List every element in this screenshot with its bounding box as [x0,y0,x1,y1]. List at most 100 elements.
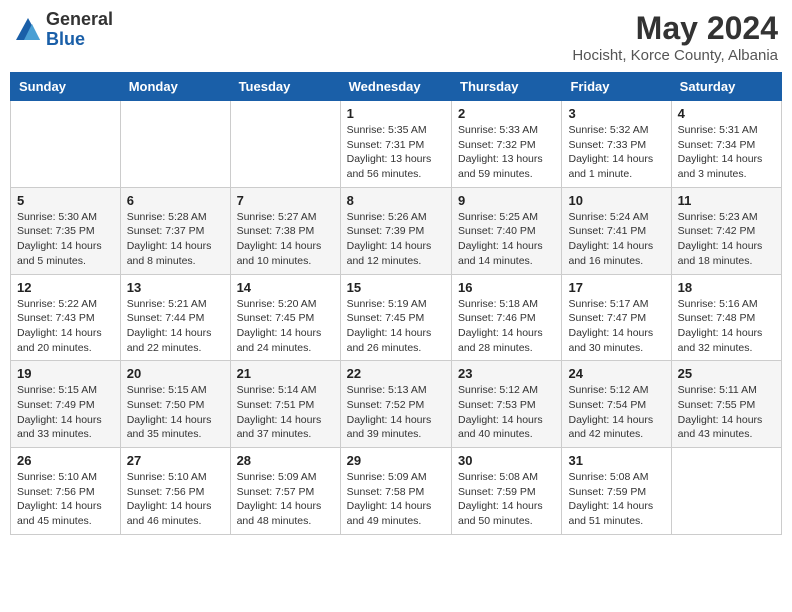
day-info: Sunrise: 5:19 AMSunset: 7:45 PMDaylight:… [347,297,445,356]
day-number: 22 [347,366,445,381]
calendar-cell: 19 Sunrise: 5:15 AMSunset: 7:49 PMDayligh… [11,361,121,448]
calendar-cell: 24Sunrise: 5:12 AMSunset: 7:54 PMDayligh… [562,361,671,448]
day-of-week-header: Tuesday [230,73,340,101]
day-number: 1 [347,106,445,121]
calendar-cell: 16 Sunrise: 5:18 AMSunset: 7:46 PMDayligh… [452,274,562,361]
day-info: Sunrise: 5:25 AMSunset: 7:40 PMDaylight:… [458,210,555,269]
day-info: Sunrise: 5:09 AMSunset: 7:57 PMDaylight:… [237,470,334,529]
day-info: Sunrise: 5:22 AMSunset: 7:43 PMDaylight:… [17,297,114,356]
calendar-cell: 9Sunrise: 5:25 AMSunset: 7:40 PMDaylight… [452,187,562,274]
day-of-week-header: Wednesday [340,73,451,101]
day-info: Sunrise: 5:08 AMSunset: 7:59 PMDaylight:… [458,470,555,529]
day-number: 13 [127,280,224,295]
day-info: Sunrise: 5:33 AMSunset: 7:32 PMDaylight:… [458,123,555,182]
day-info: Sunrise: 5:15 AMSunset: 7:50 PMDaylight:… [127,383,224,442]
calendar-cell: 12 Sunrise: 5:22 AMSunset: 7:43 PMDayligh… [11,274,121,361]
calendar-cell: 2 Sunrise: 5:33 AMSunset: 7:32 PMDaylight… [452,101,562,188]
calendar-cell: 31 Sunrise: 5:08 AMSunset: 7:59 PMDayligh… [562,448,671,535]
calendar-week-row: 12 Sunrise: 5:22 AMSunset: 7:43 PMDayligh… [11,274,782,361]
day-info: Sunrise: 5:12 AMSunset: 7:53 PMDaylight:… [458,383,555,442]
day-number: 17 [568,280,664,295]
calendar-week-row: 5Sunrise: 5:30 AMSunset: 7:35 PMDaylight… [11,187,782,274]
day-number: 12 [17,280,114,295]
calendar-cell: 1 Sunrise: 5:35 AMSunset: 7:31 PMDaylight… [340,101,451,188]
day-info: Sunrise: 5:32 AMSunset: 7:33 PMDaylight:… [568,123,664,182]
calendar-cell [11,101,121,188]
calendar-cell: 4 Sunrise: 5:31 AMSunset: 7:34 PMDaylight… [671,101,781,188]
day-number: 31 [568,453,664,468]
day-info: Sunrise: 5:12 AMSunset: 7:54 PMDaylight:… [568,383,664,442]
day-info: Sunrise: 5:13 AMSunset: 7:52 PMDaylight:… [347,383,445,442]
calendar-cell: 5Sunrise: 5:30 AMSunset: 7:35 PMDaylight… [11,187,121,274]
title-block: May 2024 Hocisht, Korce County, Albania [572,10,778,64]
logo-text: General Blue [46,10,113,50]
day-of-week-header: Saturday [671,73,781,101]
day-info: Sunrise: 5:14 AMSunset: 7:51 PMDaylight:… [237,383,334,442]
calendar-table: SundayMondayTuesdayWednesdayThursdayFrid… [10,72,782,535]
day-number: 19 [17,366,114,381]
calendar-cell: 22 Sunrise: 5:13 AMSunset: 7:52 PMDayligh… [340,361,451,448]
day-number: 20 [127,366,224,381]
day-number: 10 [568,193,664,208]
calendar-cell: 23 Sunrise: 5:12 AMSunset: 7:53 PMDayligh… [452,361,562,448]
calendar-cell: 13 Sunrise: 5:21 AMSunset: 7:44 PMDayligh… [120,274,230,361]
day-info: Sunrise: 5:35 AMSunset: 7:31 PMDaylight:… [347,123,445,182]
day-info: Sunrise: 5:31 AMSunset: 7:34 PMDaylight:… [678,123,775,182]
page-header: General Blue May 2024 Hocisht, Korce Cou… [10,10,782,64]
logo-icon [14,16,42,44]
day-number: 16 [458,280,555,295]
calendar-cell [230,101,340,188]
calendar-cell: 8Sunrise: 5:26 AMSunset: 7:39 PMDaylight… [340,187,451,274]
calendar-cell: 21 Sunrise: 5:14 AMSunset: 7:51 PMDayligh… [230,361,340,448]
logo-blue-text: Blue [46,30,113,50]
day-info: Sunrise: 5:20 AMSunset: 7:45 PMDaylight:… [237,297,334,356]
day-number: 4 [678,106,775,121]
day-info: Sunrise: 5:18 AMSunset: 7:46 PMDaylight:… [458,297,555,356]
calendar-cell: 6Sunrise: 5:28 AMSunset: 7:37 PMDaylight… [120,187,230,274]
day-number: 30 [458,453,555,468]
day-number: 23 [458,366,555,381]
calendar-cell [671,448,781,535]
calendar-cell: 20 Sunrise: 5:15 AMSunset: 7:50 PMDayligh… [120,361,230,448]
calendar-week-row: 19 Sunrise: 5:15 AMSunset: 7:49 PMDayligh… [11,361,782,448]
day-info: Sunrise: 5:10 AMSunset: 7:56 PMDaylight:… [17,470,114,529]
day-of-week-header: Sunday [11,73,121,101]
calendar-cell [120,101,230,188]
calendar-cell: 3 Sunrise: 5:32 AMSunset: 7:33 PMDaylight… [562,101,671,188]
calendar-cell: 27 Sunrise: 5:10 AMSunset: 7:56 PMDayligh… [120,448,230,535]
day-number: 26 [17,453,114,468]
day-info: Sunrise: 5:11 AMSunset: 7:55 PMDaylight:… [678,383,775,442]
calendar-cell: 15 Sunrise: 5:19 AMSunset: 7:45 PMDayligh… [340,274,451,361]
calendar-cell: 11Sunrise: 5:23 AMSunset: 7:42 PMDayligh… [671,187,781,274]
logo: General Blue [14,10,113,50]
day-number: 27 [127,453,224,468]
day-info: Sunrise: 5:16 AMSunset: 7:48 PMDaylight:… [678,297,775,356]
logo-general-text: General [46,10,113,30]
day-info: Sunrise: 5:15 AMSunset: 7:49 PMDaylight:… [17,383,114,442]
calendar-cell: 29Sunrise: 5:09 AMSunset: 7:58 PMDayligh… [340,448,451,535]
day-of-week-header: Friday [562,73,671,101]
calendar-cell: 18 Sunrise: 5:16 AMSunset: 7:48 PMDayligh… [671,274,781,361]
calendar-cell: 10Sunrise: 5:24 AMSunset: 7:41 PMDayligh… [562,187,671,274]
day-number: 18 [678,280,775,295]
day-info: Sunrise: 5:10 AMSunset: 7:56 PMDaylight:… [127,470,224,529]
day-number: 8 [347,193,445,208]
day-number: 28 [237,453,334,468]
calendar-cell: 28 Sunrise: 5:09 AMSunset: 7:57 PMDayligh… [230,448,340,535]
calendar-header-row: SundayMondayTuesdayWednesdayThursdayFrid… [11,73,782,101]
day-number: 2 [458,106,555,121]
day-number: 5 [17,193,114,208]
calendar-cell: 17Sunrise: 5:17 AMSunset: 7:47 PMDayligh… [562,274,671,361]
day-info: Sunrise: 5:08 AMSunset: 7:59 PMDaylight:… [568,470,664,529]
calendar-week-row: 1 Sunrise: 5:35 AMSunset: 7:31 PMDaylight… [11,101,782,188]
day-info: Sunrise: 5:21 AMSunset: 7:44 PMDaylight:… [127,297,224,356]
calendar-cell: 14 Sunrise: 5:20 AMSunset: 7:45 PMDayligh… [230,274,340,361]
day-number: 15 [347,280,445,295]
calendar-cell: 26 Sunrise: 5:10 AMSunset: 7:56 PMDayligh… [11,448,121,535]
day-of-week-header: Monday [120,73,230,101]
day-number: 14 [237,280,334,295]
calendar-cell: 25Sunrise: 5:11 AMSunset: 7:55 PMDayligh… [671,361,781,448]
day-number: 21 [237,366,334,381]
calendar-cell: 7Sunrise: 5:27 AMSunset: 7:38 PMDaylight… [230,187,340,274]
day-number: 3 [568,106,664,121]
